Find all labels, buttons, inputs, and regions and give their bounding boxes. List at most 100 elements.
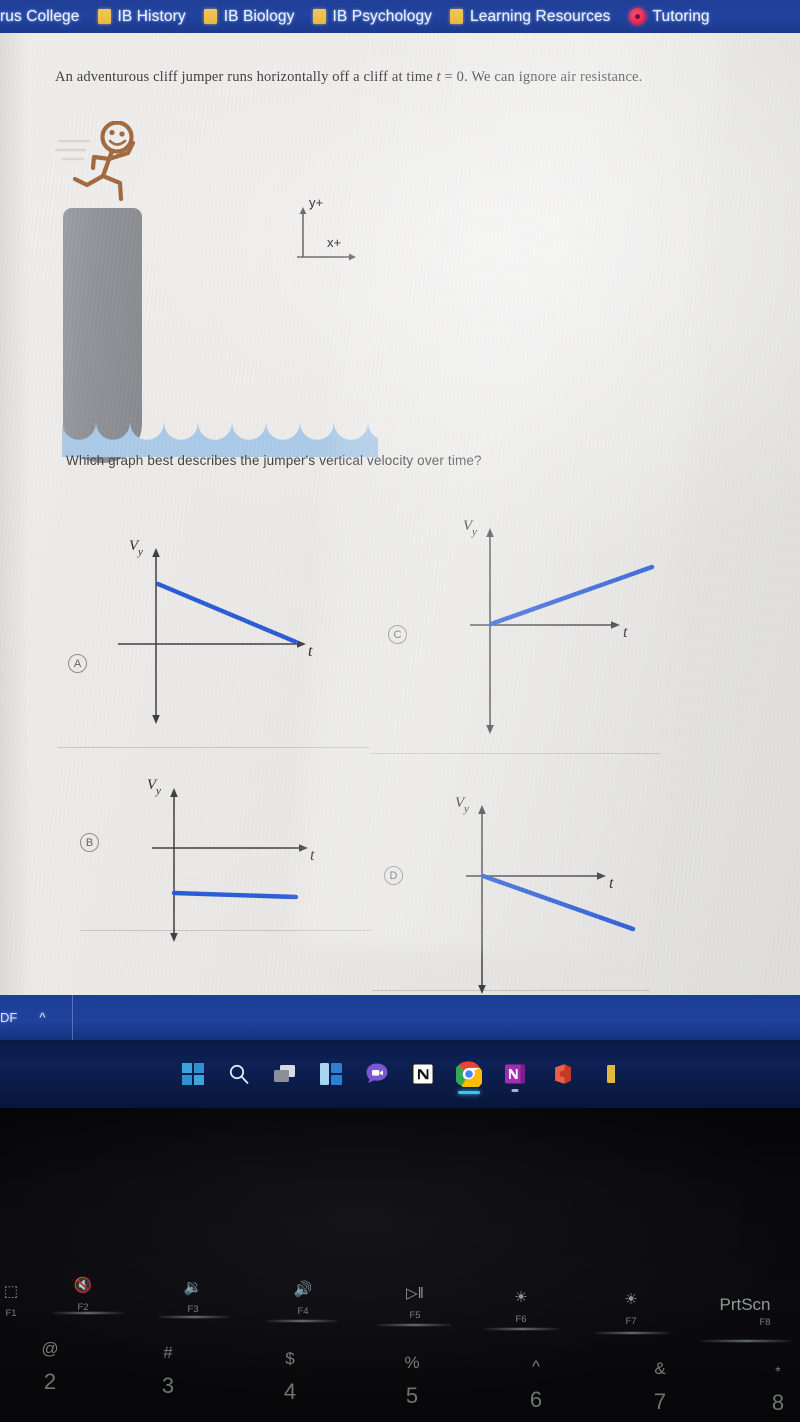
- bookmark-item-ib-history[interactable]: IB History: [92, 0, 198, 33]
- water-waves: [62, 423, 378, 457]
- key-4-symbol: $: [285, 1349, 295, 1368]
- axis-label-y-positive: y+: [309, 195, 323, 210]
- key-4[interactable]: $ 4: [262, 1350, 318, 1403]
- key-f2-mute[interactable]: 🔇 F2: [48, 1278, 118, 1313]
- brightness-down-icon: ☀: [514, 1289, 528, 1306]
- key-8-number: 8: [771, 1390, 785, 1415]
- graph-c-xlabel: t: [623, 624, 628, 641]
- question-prompt: An adventurous cliff jumper runs horizon…: [55, 69, 755, 86]
- key-5[interactable]: % 5: [384, 1354, 440, 1407]
- widgets-icon[interactable]: [308, 1051, 354, 1097]
- teams-chat-icon[interactable]: [354, 1051, 400, 1097]
- option-badge-label: A: [73, 657, 82, 670]
- graph-b-xlabel: t: [310, 847, 315, 864]
- app-icon-partial[interactable]: [584, 1051, 630, 1097]
- question-page: An adventurous cliff jumper runs horizon…: [0, 33, 800, 995]
- key-8[interactable]: * 8: [756, 1364, 800, 1414]
- key-2-number: 2: [43, 1369, 57, 1394]
- key-f8-print-screen[interactable]: PrtScn F8: [700, 1296, 790, 1328]
- start-icon[interactable]: [170, 1051, 216, 1097]
- answer-option-d[interactable]: D V y t: [372, 788, 672, 995]
- graph-c-ylabel-sub: y: [471, 526, 477, 538]
- answer-option-c[interactable]: C V y t: [380, 508, 680, 734]
- search-icon[interactable]: [216, 1051, 262, 1097]
- key-7[interactable]: & 7: [632, 1360, 688, 1413]
- prompt-text-part2: . We can ignore air resistance.: [464, 69, 643, 85]
- folder-icon: [312, 9, 326, 24]
- key-f5-play-pause[interactable]: ▷‖ F5: [382, 1286, 448, 1321]
- graph-b-ylabel-sub: y: [155, 785, 161, 797]
- key-f8-glyph: PrtScn: [719, 1295, 771, 1314]
- option-badge-d[interactable]: D: [384, 866, 403, 885]
- key-7-symbol: &: [654, 1359, 666, 1378]
- option-badge-b[interactable]: B: [80, 833, 99, 852]
- key-6-symbol: ^: [532, 1357, 540, 1376]
- download-item[interactable]: DF ^: [0, 995, 72, 1040]
- office-icon[interactable]: [538, 1051, 584, 1097]
- key-4-number: 4: [283, 1379, 297, 1404]
- bookmark-label: IB Biology: [223, 7, 295, 25]
- onenote-icon[interactable]: [492, 1051, 538, 1097]
- key-f4-label: F4: [297, 1306, 309, 1317]
- key-5-symbol: %: [404, 1353, 420, 1372]
- graph-d-xlabel: t: [609, 875, 614, 892]
- key-f6-underline: [484, 1328, 560, 1330]
- key-f7-brightness-up[interactable]: ☀ F7: [600, 1292, 662, 1327]
- bookmark-label: Tutoring: [652, 7, 710, 25]
- key-f4-volume-up[interactable]: 🔊 F4: [272, 1282, 334, 1317]
- cliff-jumper-illustration: y+ x+: [55, 113, 385, 463]
- bookmark-item-ib-psychology[interactable]: IB Psychology: [307, 0, 445, 33]
- bookmark-label: Learning Resources: [470, 7, 611, 25]
- download-bar-divider: [72, 995, 73, 1040]
- key-f6-label: F6: [515, 1314, 527, 1325]
- key-3[interactable]: # 3: [140, 1344, 196, 1397]
- graph-a-xlabel: t: [308, 643, 313, 660]
- stick-figure-runner-icon: [72, 121, 136, 202]
- option-badge-label: D: [389, 869, 398, 882]
- prompt-equals: =: [440, 69, 457, 85]
- key-f3-underline: [158, 1316, 230, 1318]
- notion-icon[interactable]: [400, 1051, 446, 1097]
- key-f5-underline: [376, 1324, 452, 1326]
- chrome-icon[interactable]: [446, 1051, 492, 1097]
- laptop-keyboard: ⬚ F1 🔇 F2 🔉 F3 🔊 F4 ▷‖ F5 ☀ F6 ☀ F7 PrtS…: [0, 1108, 800, 1422]
- key-f1-label: F1: [5, 1308, 17, 1319]
- prompt-text-part1: An adventurous cliff jumper runs horizon…: [55, 69, 437, 85]
- graph-a-series-line: [155, 581, 299, 645]
- sub-question-text: Which graph best describes the jumper's …: [66, 453, 482, 468]
- key-f3-label: F3: [187, 1304, 199, 1315]
- key-2-symbol: @: [41, 1339, 59, 1358]
- tutoring-icon: [628, 8, 646, 25]
- key-6-number: 6: [529, 1387, 543, 1412]
- brightness-up-icon: ☀: [624, 1291, 638, 1308]
- key-f6-brightness-down[interactable]: ☀ F6: [490, 1290, 552, 1325]
- option-badge-a[interactable]: A: [68, 654, 87, 673]
- volume-up-icon: 🔊: [293, 1281, 313, 1298]
- coordinate-axes-icon: y+ x+: [297, 195, 356, 261]
- key-2[interactable]: @ 2: [22, 1340, 78, 1393]
- bookmark-item-tutoring[interactable]: Tutoring: [623, 0, 722, 33]
- key-f7-label: F7: [625, 1316, 637, 1327]
- key-7-number: 7: [653, 1389, 667, 1414]
- answer-option-b[interactable]: B V y t: [62, 756, 362, 971]
- bookmark-item-learning-resources[interactable]: Learning Resources: [444, 0, 623, 33]
- bookmark-item-rus-college[interactable]: rus College: [0, 0, 92, 33]
- key-3-symbol: #: [163, 1343, 173, 1362]
- key-f3-volume-down[interactable]: 🔉 F3: [162, 1280, 224, 1315]
- prompt-value-zero: 0: [456, 69, 465, 85]
- key-f1[interactable]: ⬚ F1: [0, 1284, 36, 1319]
- task-view-icon[interactable]: [262, 1051, 308, 1097]
- key-8-symbol: *: [775, 1363, 781, 1379]
- axis-label-x-positive: x+: [327, 235, 341, 250]
- key-5-number: 5: [405, 1383, 419, 1408]
- graph-c-series-line: [488, 564, 655, 627]
- graph-a-ylabel-sub: y: [137, 546, 143, 558]
- bookmark-label: rus College: [0, 7, 80, 25]
- answer-option-a[interactable]: A V y t: [60, 518, 360, 733]
- option-badge-c[interactable]: C: [388, 625, 407, 644]
- volume-down-icon: 🔉: [183, 1279, 203, 1296]
- key-f8-underline: [700, 1340, 792, 1342]
- bookmark-item-ib-biology[interactable]: IB Biology: [198, 0, 307, 33]
- key-6[interactable]: ^ 6: [508, 1358, 564, 1411]
- chevron-up-icon[interactable]: ^: [39, 1010, 45, 1025]
